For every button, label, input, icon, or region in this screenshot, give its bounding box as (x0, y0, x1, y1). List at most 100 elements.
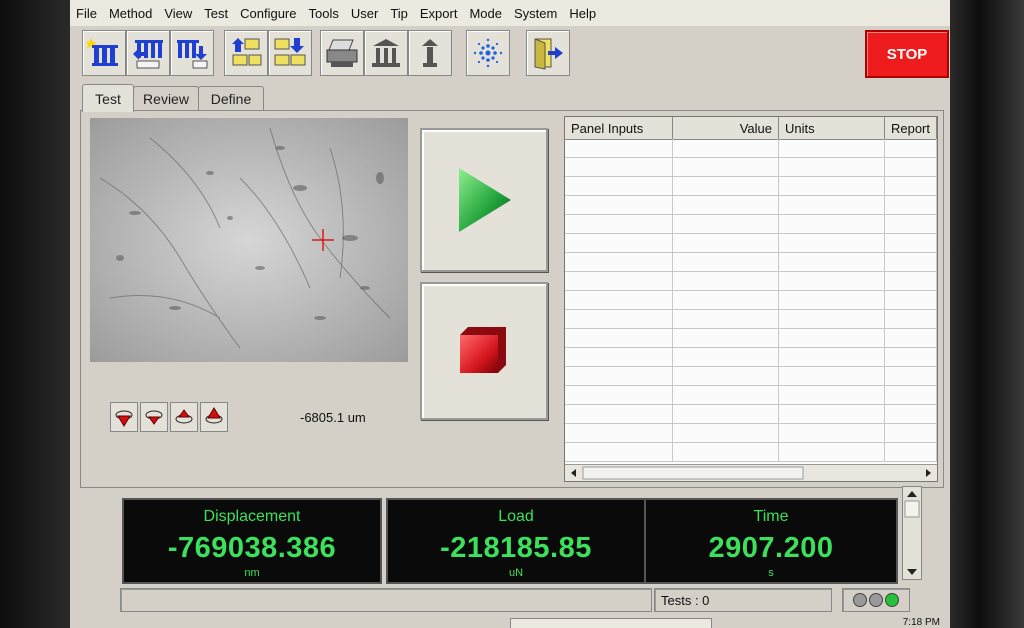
table-cell[interactable] (885, 196, 937, 214)
table-cell[interactable] (565, 215, 673, 233)
column-header-report[interactable]: Report (885, 117, 937, 139)
table-cell[interactable] (673, 215, 779, 233)
table-cell[interactable] (779, 158, 885, 176)
table-row[interactable] (565, 348, 937, 367)
table-row[interactable] (565, 158, 937, 177)
table-row[interactable] (565, 234, 937, 253)
table-cell[interactable] (779, 348, 885, 366)
table-cell[interactable] (885, 348, 937, 366)
print-button[interactable] (320, 30, 364, 76)
table-row[interactable] (565, 443, 937, 462)
single-column-button[interactable] (408, 30, 452, 76)
table-cell[interactable] (779, 424, 885, 442)
taskbar-button[interactable] (510, 618, 712, 628)
column-button[interactable] (364, 30, 408, 76)
table-cell[interactable] (885, 367, 937, 385)
tab-review[interactable]: Review (133, 86, 199, 111)
table-cell[interactable] (779, 253, 885, 271)
table-cell[interactable] (885, 386, 937, 404)
stop-test-button[interactable] (420, 282, 548, 420)
table-cell[interactable] (673, 348, 779, 366)
table-cell[interactable] (673, 310, 779, 328)
menu-help[interactable]: Help (563, 6, 602, 21)
table-cell[interactable] (565, 329, 673, 347)
focus-up-slow-button[interactable] (170, 402, 198, 432)
table-cell[interactable] (673, 291, 779, 309)
table-row[interactable] (565, 196, 937, 215)
table-cell[interactable] (779, 405, 885, 423)
open-method-button[interactable] (126, 30, 170, 76)
horizontal-scrollbar[interactable] (565, 464, 937, 481)
move-up-button[interactable] (224, 30, 268, 76)
table-cell[interactable] (673, 196, 779, 214)
tab-test[interactable]: Test (82, 84, 134, 112)
table-cell[interactable] (673, 386, 779, 404)
menu-system[interactable]: System (508, 6, 563, 21)
table-cell[interactable] (885, 253, 937, 271)
table-cell[interactable] (673, 158, 779, 176)
table-cell[interactable] (565, 234, 673, 252)
table-cell[interactable] (565, 272, 673, 290)
table-cell[interactable] (673, 329, 779, 347)
table-cell[interactable] (565, 424, 673, 442)
table-row[interactable] (565, 253, 937, 272)
table-cell[interactable] (885, 424, 937, 442)
table-cell[interactable] (885, 139, 937, 157)
table-row[interactable] (565, 329, 937, 348)
table-cell[interactable] (779, 310, 885, 328)
table-cell[interactable] (565, 386, 673, 404)
stop-button[interactable]: STOP (865, 30, 949, 78)
table-row[interactable] (565, 272, 937, 291)
table-cell[interactable] (779, 234, 885, 252)
start-test-button[interactable] (420, 128, 548, 272)
table-cell[interactable] (779, 196, 885, 214)
tab-define[interactable]: Define (198, 86, 264, 111)
new-method-button[interactable] (82, 30, 126, 76)
menu-file[interactable]: File (70, 6, 103, 21)
table-cell[interactable] (565, 253, 673, 271)
menu-tip[interactable]: Tip (384, 6, 414, 21)
column-header-panel-inputs[interactable]: Panel Inputs (565, 117, 673, 139)
table-cell[interactable] (885, 158, 937, 176)
table-cell[interactable] (565, 139, 673, 157)
table-row[interactable] (565, 386, 937, 405)
table-cell[interactable] (885, 215, 937, 233)
table-cell[interactable] (565, 158, 673, 176)
table-cell[interactable] (673, 272, 779, 290)
table-cell[interactable] (565, 310, 673, 328)
table-cell[interactable] (565, 348, 673, 366)
move-down-button[interactable] (268, 30, 312, 76)
menu-test[interactable]: Test (198, 6, 234, 21)
column-header-value[interactable]: Value (673, 117, 779, 139)
table-cell[interactable] (779, 291, 885, 309)
microscope-camera-view[interactable] (90, 118, 408, 362)
table-row[interactable] (565, 424, 937, 443)
column-header-units[interactable]: Units (779, 117, 885, 139)
table-cell[interactable] (779, 215, 885, 233)
focus-down-fast-button[interactable] (110, 402, 138, 432)
table-cell[interactable] (779, 272, 885, 290)
table-cell[interactable] (885, 234, 937, 252)
table-cell[interactable] (673, 177, 779, 195)
table-cell[interactable] (673, 139, 779, 157)
table-cell[interactable] (885, 310, 937, 328)
table-cell[interactable] (565, 443, 673, 461)
menu-mode[interactable]: Mode (463, 6, 508, 21)
table-cell[interactable] (565, 196, 673, 214)
table-cell[interactable] (885, 329, 937, 347)
exit-button[interactable] (526, 30, 570, 76)
table-cell[interactable] (779, 367, 885, 385)
table-cell[interactable] (565, 177, 673, 195)
table-row[interactable] (565, 215, 937, 234)
focus-down-slow-button[interactable] (140, 402, 168, 432)
menu-configure[interactable]: Configure (234, 6, 302, 21)
table-cell[interactable] (565, 405, 673, 423)
menu-tools[interactable]: Tools (303, 6, 345, 21)
focus-up-fast-button[interactable] (200, 402, 228, 432)
table-cell[interactable] (779, 329, 885, 347)
table-row[interactable] (565, 139, 937, 158)
table-row[interactable] (565, 367, 937, 386)
table-cell[interactable] (673, 405, 779, 423)
table-row[interactable] (565, 310, 937, 329)
table-cell[interactable] (885, 291, 937, 309)
